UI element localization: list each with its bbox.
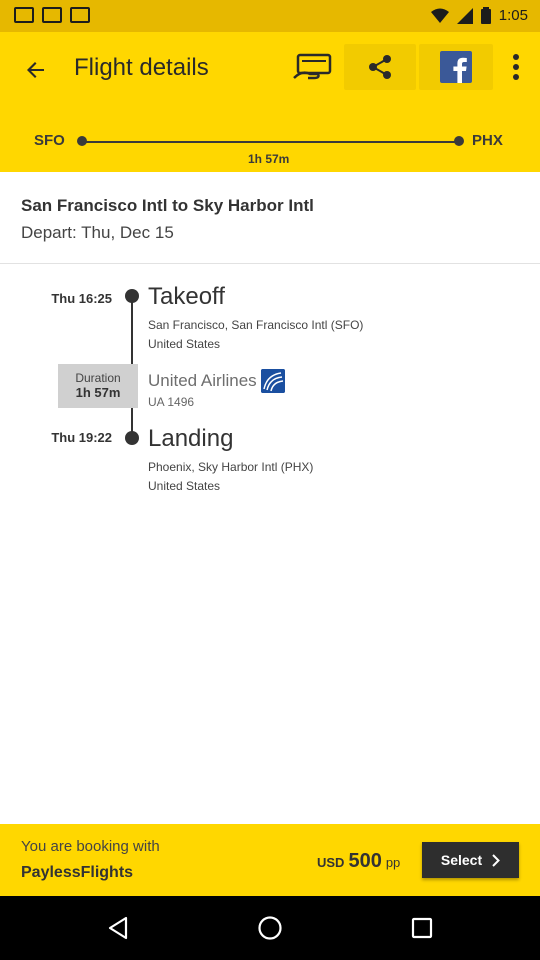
duration-badge: Duration 1h 57m xyxy=(58,364,138,408)
price: USD 500 pp xyxy=(317,850,400,873)
takeoff-time: Thu 16:25 xyxy=(51,291,112,306)
facebook-icon xyxy=(440,51,472,83)
duration-label: Duration xyxy=(75,371,121,385)
price-button[interactable] xyxy=(290,44,336,90)
takeoff-country: United States xyxy=(148,337,221,351)
back-arrow-icon xyxy=(27,62,44,78)
route-duration: 1h 57m xyxy=(248,152,290,166)
origin-dot xyxy=(77,136,87,146)
nav-recents-icon xyxy=(411,917,433,939)
airline-name: United Airlines xyxy=(148,371,257,390)
flight-number: UA 1496 xyxy=(148,395,195,409)
duration-value: 1h 57m xyxy=(75,385,121,400)
nav-back-button[interactable] xyxy=(98,910,138,946)
share-button[interactable] xyxy=(344,44,416,90)
app-bar: Flight details SFO PHX 1h 57m xyxy=(0,32,540,172)
landing-airport: Phoenix, Sky Harbor Intl (PHX) xyxy=(148,460,314,474)
page-title: Flight details xyxy=(74,54,209,81)
united-logo-icon xyxy=(260,369,285,393)
wifi-icon xyxy=(430,8,449,23)
more-vert-icon xyxy=(513,54,519,80)
price-currency: USD xyxy=(317,855,345,870)
notification-icon xyxy=(42,7,62,23)
money-icon xyxy=(293,53,332,80)
booking-text: You are booking with xyxy=(21,838,160,855)
nav-back-icon xyxy=(108,916,128,940)
destination-dot xyxy=(454,136,464,146)
nav-recents-button[interactable] xyxy=(402,910,442,946)
takeoff-dot xyxy=(125,289,139,303)
clock: 1:05 xyxy=(498,7,528,24)
chevron-right-icon xyxy=(492,853,501,867)
more-options-button[interactable] xyxy=(502,44,530,90)
destination-code: PHX xyxy=(472,132,503,149)
notification-icon xyxy=(70,7,90,23)
system-nav-bar xyxy=(0,896,540,960)
select-label: Select xyxy=(440,852,483,868)
booking-footer: You are booking with PaylessFlights USD … xyxy=(0,824,540,896)
route-heading: San Francisco Intl to Sky Harbor Intl xyxy=(21,196,314,215)
route-bar: SFO PHX 1h 57m xyxy=(0,128,540,172)
battery-icon xyxy=(480,7,491,24)
provider-name: PaylessFlights xyxy=(21,864,134,881)
status-icons-left xyxy=(14,7,90,23)
status-bar: 1:05 xyxy=(0,0,540,32)
landing-country: United States xyxy=(148,479,221,493)
status-icons-right: 1:05 xyxy=(430,7,528,24)
flight-summary: San Francisco Intl to Sky Harbor Intl De… xyxy=(0,172,540,264)
origin-code: SFO xyxy=(34,132,65,149)
price-amount: 500 xyxy=(348,850,382,872)
nav-home-icon xyxy=(258,916,282,940)
share-icon xyxy=(369,55,391,79)
select-button[interactable]: Select xyxy=(422,842,519,878)
flight-timeline: Thu 16:25 Takeoff San Francisco, San Fra… xyxy=(0,264,540,524)
facebook-button[interactable] xyxy=(419,44,493,90)
depart-date: Depart: Thu, Dec 15 xyxy=(21,223,174,242)
signal-icon xyxy=(456,7,473,24)
takeoff-airport: San Francisco, San Francisco Intl (SFO) xyxy=(148,318,364,332)
landing-dot xyxy=(125,431,139,445)
back-button[interactable] xyxy=(16,50,56,90)
landing-time: Thu 19:22 xyxy=(51,430,112,445)
price-per: pp xyxy=(385,855,401,870)
route-line xyxy=(80,141,460,143)
landing-title: Landing xyxy=(148,425,234,452)
airline: United Airlines xyxy=(148,369,285,393)
notification-icon xyxy=(14,7,34,23)
takeoff-title: Takeoff xyxy=(148,283,225,310)
nav-home-button[interactable] xyxy=(250,910,290,946)
